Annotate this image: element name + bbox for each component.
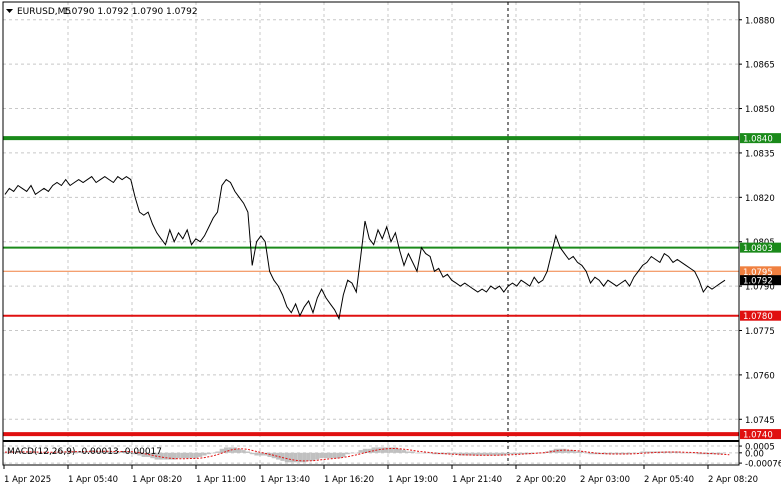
level-tag-label: 1.0840 <box>743 135 773 145</box>
price-tick-label: 1.0820 <box>745 194 775 204</box>
macd-bar <box>683 452 689 454</box>
macd-bar <box>341 452 346 457</box>
macd-bar <box>180 452 185 459</box>
macd-bar <box>319 452 324 459</box>
macd-bar <box>245 451 250 453</box>
macd-bar <box>575 451 580 453</box>
macd-bar <box>193 452 198 459</box>
time-tick-label: 1 Apr 19:00 <box>388 475 438 485</box>
macd-bar <box>371 447 376 453</box>
macd-bar <box>241 450 246 453</box>
macd-bar <box>358 450 363 453</box>
macd-bar <box>176 452 181 459</box>
macd-bar <box>323 452 329 459</box>
time-tick-label: 1 Apr 08:20 <box>132 475 182 485</box>
macd-bar <box>202 452 207 456</box>
macd-bar <box>267 452 272 457</box>
macd-tick-label: 0.00 <box>745 449 764 459</box>
price-tick-label: 1.0760 <box>745 371 775 381</box>
level-tag-label: 1.0803 <box>743 244 773 254</box>
macd-bar <box>163 452 168 460</box>
price-tick-label: 1.0850 <box>745 105 775 115</box>
mt4-chart-window[interactable]: 1.08801.08651.08501.08351.08201.08051.07… <box>0 0 781 489</box>
macd-bar <box>406 451 411 453</box>
macd-bar <box>254 452 259 456</box>
macd-bar <box>289 452 294 463</box>
time-tick-label: 2 Apr 05:40 <box>644 475 694 485</box>
macd-bar <box>414 452 420 454</box>
macd-bar <box>506 452 511 455</box>
macd-bar <box>198 452 203 457</box>
price-tick-label: 1.0865 <box>745 61 775 71</box>
macd-bar <box>211 452 216 454</box>
time-tick-label: 1 Apr 05:40 <box>68 475 118 485</box>
time-tick-label: 1 Apr 13:40 <box>260 475 310 485</box>
time-tick-label: 1 Apr 11:00 <box>196 475 246 485</box>
symbol-header[interactable]: EURUSD,M5 1.0790 1.0792 1.0790 1.0792 <box>6 7 198 17</box>
pane-separator <box>3 440 739 442</box>
time-tick-label: 2 Apr 08:20 <box>708 475 758 485</box>
macd-bar <box>401 450 407 453</box>
macd-bar <box>336 452 342 459</box>
chart-background <box>0 0 781 489</box>
macd-bar <box>280 452 285 461</box>
level-tag-label: 1.0792 <box>743 277 773 287</box>
macd-bar <box>510 452 515 455</box>
macd-bar <box>328 452 333 459</box>
macd-title: MACD(12,26,9) -0.00013 -0.00017 <box>7 447 162 457</box>
macd-bar <box>419 452 424 454</box>
price-tick-label: 1.0745 <box>745 416 775 426</box>
macd-bar <box>306 452 311 461</box>
time-tick-label: 1 Apr 2025 <box>4 475 51 485</box>
macd-tick-label: -0.00076 <box>745 460 781 470</box>
macd-bar <box>250 452 255 455</box>
price-tick-label: 1.0880 <box>745 16 775 26</box>
price-tick-label: 1.0835 <box>745 149 775 159</box>
macd-bar <box>315 452 320 460</box>
macd-bar <box>189 452 194 459</box>
macd-bar <box>310 452 316 461</box>
time-tick-label: 1 Apr 21:40 <box>452 475 502 485</box>
macd-bar <box>232 447 237 453</box>
macd-bar <box>237 448 242 453</box>
level-tag-label: 1.0780 <box>743 312 773 322</box>
macd-bar <box>584 452 589 454</box>
macd-bar <box>354 452 359 454</box>
macd-bar <box>367 448 372 453</box>
macd-bar <box>562 448 567 453</box>
macd-bar <box>219 448 224 453</box>
macd-bar <box>423 452 428 454</box>
ohlc-values: 1.0790 1.0792 1.0790 1.0792 <box>63 7 198 17</box>
level-tag-label: 1.0740 <box>743 431 773 441</box>
macd-bar <box>185 452 190 459</box>
macd-bar <box>215 451 220 453</box>
macd-bar <box>410 451 415 453</box>
time-tick-label: 1 Apr 16:20 <box>324 475 374 485</box>
macd-bar <box>384 447 389 453</box>
macd-bar <box>206 452 211 455</box>
macd-bar <box>345 452 350 455</box>
macd-bar <box>380 447 385 453</box>
macd-bar <box>349 452 355 454</box>
time-tick-label: 2 Apr 00:20 <box>516 475 566 485</box>
price-tick-label: 1.0775 <box>745 327 775 337</box>
price-chart-canvas[interactable]: 1.08801.08651.08501.08351.08201.08051.07… <box>0 0 781 489</box>
macd-bar <box>284 452 290 463</box>
macd-bar <box>332 452 337 459</box>
macd-bar <box>679 452 684 454</box>
time-tick-label: 2 Apr 03:00 <box>580 475 630 485</box>
